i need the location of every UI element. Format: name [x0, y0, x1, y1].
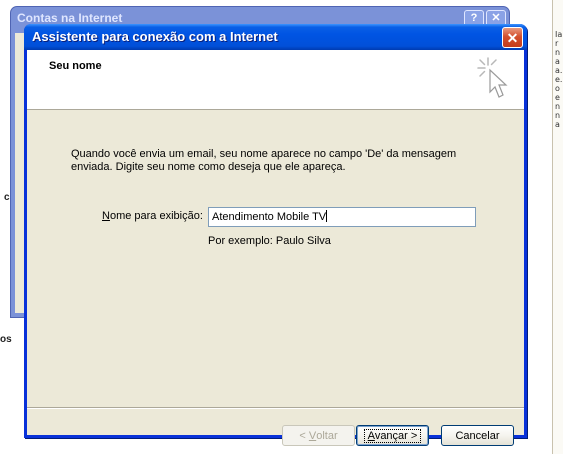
close-icon: ✕ [506, 29, 519, 46]
internet-connection-wizard-dialog: Assistente para conexão com a Internet ✕… [24, 24, 527, 446]
cancel-button[interactable]: Cancelar [441, 425, 514, 446]
back-button-prefix: < [299, 429, 309, 442]
next-button-label: vançar > [374, 429, 418, 442]
display-name-label: Nome para exibição: [102, 210, 203, 222]
close-button[interactable]: ✕ [502, 27, 523, 48]
next-button[interactable]: Avançar > [356, 425, 429, 446]
page-heading: Seu nome [49, 60, 102, 72]
text-caret [326, 210, 328, 222]
display-name-value: Atendimento Mobile TV [212, 211, 327, 223]
background-right-text: Iarnaa.e.oenna [555, 30, 563, 129]
back-button[interactable]: < Voltar [282, 425, 355, 446]
display-name-input[interactable]: Atendimento Mobile TV [208, 207, 476, 227]
next-button-focus: Avançar > [363, 428, 422, 443]
next-button-accel: A [367, 429, 375, 442]
wizard-header-panel: Seu nome [27, 50, 524, 110]
example-hint: Por exemplo: Paulo Silva [208, 235, 331, 247]
instruction-text: Quando você envia um email, seu nome apa… [71, 148, 457, 173]
display-name-label-accel: N [102, 210, 110, 222]
button-separator [27, 407, 524, 409]
display-name-label-text: ome para exibição: [109, 210, 203, 222]
dialog-titlebar[interactable]: Assistente para conexão com a Internet ✕ [24, 24, 527, 50]
background-right-strip: Iarnaa.e.oenna [552, 0, 563, 454]
background-left-label: os [0, 334, 12, 345]
back-window-title: Contas na Internet [17, 11, 123, 25]
cancel-button-label: Cancelar [455, 429, 500, 442]
back-button-accel: V [308, 429, 317, 442]
back-button-label: oltar [316, 429, 338, 442]
dialog-title: Assistente para conexão com a Internet [32, 29, 278, 44]
background-left-label: c [4, 192, 10, 203]
dialog-client-area: Seu nome Quando você envia um email, seu… [27, 50, 524, 446]
wizard-cursor-icon [477, 57, 508, 98]
